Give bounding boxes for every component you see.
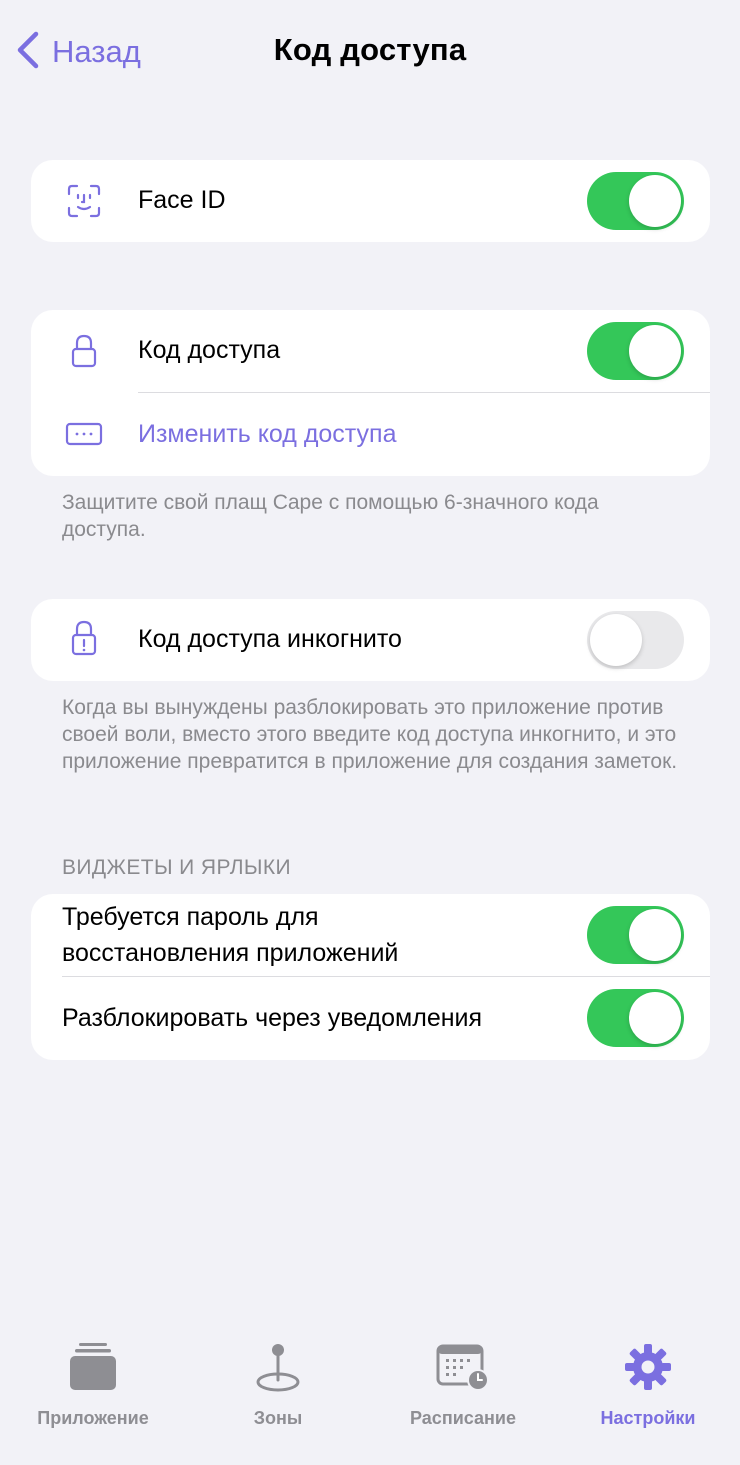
incognito-toggle[interactable] bbox=[587, 611, 684, 669]
apps-stack-icon bbox=[69, 1338, 117, 1392]
require-password-toggle[interactable] bbox=[587, 906, 684, 964]
toggle-knob bbox=[629, 325, 681, 377]
incognito-card: Код доступа инкогнито bbox=[31, 599, 710, 681]
passcode-toggle[interactable] bbox=[587, 322, 684, 380]
incognito-label: Код доступа инкогнито bbox=[138, 625, 402, 653]
require-password-label-line1: Требуется пароль для bbox=[62, 903, 319, 931]
face-id-label: Face ID bbox=[138, 186, 226, 214]
toggle-knob bbox=[629, 992, 681, 1044]
passcode-row: Код доступа bbox=[31, 310, 710, 392]
passcode-card: Код доступа Изменить код доступа bbox=[31, 310, 710, 476]
unlock-notifications-label: Разблокировать через уведомления bbox=[62, 1004, 483, 1032]
face-id-icon bbox=[67, 184, 101, 218]
widgets-card: Требуется пароль для восстановления прил… bbox=[31, 894, 710, 1060]
tab-schedule[interactable]: Расписание bbox=[373, 1338, 553, 1429]
tab-schedule-label: Расписание bbox=[410, 1408, 516, 1428]
face-id-row: Face ID bbox=[31, 160, 710, 242]
toggle-knob bbox=[590, 614, 642, 666]
face-id-card: Face ID bbox=[31, 160, 710, 242]
unlock-notifications-toggle[interactable] bbox=[587, 989, 684, 1047]
incognito-row: Код доступа инкогнито bbox=[31, 599, 710, 681]
tab-bar: Приложение Зоны Расписание Настройки bbox=[0, 1320, 740, 1465]
lock-icon bbox=[67, 334, 101, 368]
tab-settings[interactable]: Настройки bbox=[558, 1338, 738, 1429]
tab-zones[interactable]: Зоны bbox=[188, 1338, 368, 1429]
face-id-toggle[interactable] bbox=[587, 172, 684, 230]
lock-alert-icon bbox=[67, 620, 101, 656]
navigation-bar: Назад Код доступа bbox=[0, 0, 740, 104]
toggle-knob bbox=[629, 175, 681, 227]
calendar-clock-icon bbox=[436, 1338, 490, 1392]
keypad-dots-icon bbox=[65, 417, 103, 451]
tab-apps-label: Приложение bbox=[37, 1408, 149, 1428]
require-password-row: Требуется пароль для восстановления прил… bbox=[31, 894, 710, 976]
incognito-footnote: Когда вы вынуждены разблокировать это пр… bbox=[62, 696, 678, 773]
passcode-label: Код доступа bbox=[138, 336, 281, 364]
require-password-label-line2: восстановления приложений bbox=[62, 939, 399, 967]
change-passcode-label: Изменить код доступа bbox=[138, 420, 397, 448]
require-password-label: Требуется пароль для восстановления прил… bbox=[62, 899, 582, 971]
location-pin-icon bbox=[255, 1338, 301, 1392]
widgets-section-header: ВИДЖЕТЫ И ЯРЛЫКИ bbox=[62, 856, 291, 879]
tab-apps[interactable]: Приложение bbox=[3, 1338, 183, 1429]
tab-settings-label: Настройки bbox=[600, 1408, 696, 1428]
unlock-notifications-row: Разблокировать через уведомления bbox=[31, 977, 710, 1060]
passcode-footnote: Защитите свой плащ Cape с помощью 6-знач… bbox=[62, 491, 599, 541]
change-passcode-row[interactable]: Изменить код доступа bbox=[31, 393, 710, 476]
tab-zones-label: Зоны bbox=[253, 1408, 303, 1428]
toggle-knob bbox=[629, 909, 681, 961]
page-title: Код доступа bbox=[273, 32, 467, 67]
gear-icon bbox=[623, 1338, 673, 1392]
